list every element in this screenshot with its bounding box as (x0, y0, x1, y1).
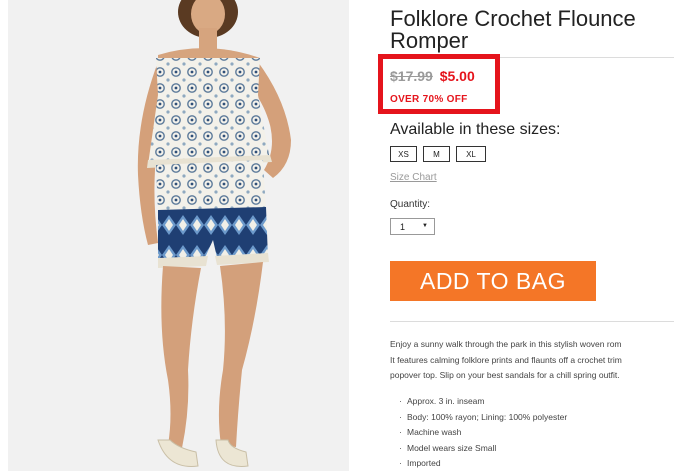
description-line: It features calming folklore prints and … (390, 354, 622, 365)
list-item: · Machine wash (399, 425, 567, 441)
product-title-line-2: Romper (390, 28, 469, 53)
detail-text: Machine wash (407, 427, 462, 437)
quantity-value: 1 (400, 221, 406, 232)
size-chart-link[interactable]: Size Chart (390, 172, 437, 183)
list-item: · Body: 100% rayon; Lining: 100% polyeste… (399, 410, 567, 426)
bullet-icon: · (399, 458, 402, 468)
product-info-panel: Folklore Crochet Flounce Romper $17.99 $… (378, 0, 674, 471)
detail-text: Imported (407, 458, 441, 468)
detail-text: Model wears size Small (407, 442, 497, 453)
product-photo[interactable] (8, 0, 349, 471)
product-details-list: · Approx. 3 in. inseam · Body: 100% rayon;… (399, 394, 567, 471)
size-button-m[interactable]: M (423, 146, 450, 162)
price: $17.99 $5.00 (390, 68, 475, 84)
bullet-icon: · (399, 396, 402, 406)
bullet-icon: · (399, 427, 402, 437)
detail-text: Approx. 3 in. inseam (407, 396, 485, 406)
description-line: popover top. Slip on your best sandals f… (390, 370, 620, 380)
bullet-icon: · (399, 411, 402, 422)
product-title: Folklore Crochet Flounce Romper (390, 8, 674, 52)
caret-down-icon: ▼ (422, 223, 428, 229)
size-button-xs[interactable]: XS (390, 146, 417, 162)
description-line: Enjoy a sunny walk through the park in t… (390, 339, 622, 349)
discount-label: OVER 70% OFF (390, 94, 468, 105)
list-item: · Approx. 3 in. inseam (399, 394, 567, 410)
section-divider (390, 321, 674, 322)
size-button-xl[interactable]: XL (456, 146, 486, 162)
quantity-label: Quantity: (390, 199, 431, 210)
price-highlight-box (378, 54, 500, 114)
size-options: XS M XL (390, 146, 486, 162)
bullet-icon: · (399, 442, 402, 453)
list-item: · Model wears size Small (399, 441, 567, 457)
sale-price: $5.00 (439, 68, 475, 84)
original-price: $17.99 (390, 68, 433, 84)
sizes-heading: Available in these sizes: (390, 121, 561, 138)
add-to-bag-button[interactable]: ADD TO BAG (390, 261, 596, 301)
quantity-select[interactable]: 1 ▼ (390, 218, 435, 235)
product-description: Enjoy a sunny walk through the park in t… (390, 337, 674, 384)
list-item: · Imported (399, 456, 567, 471)
detail-text: Body: 100% rayon; Lining: 100% polyester (407, 411, 568, 422)
